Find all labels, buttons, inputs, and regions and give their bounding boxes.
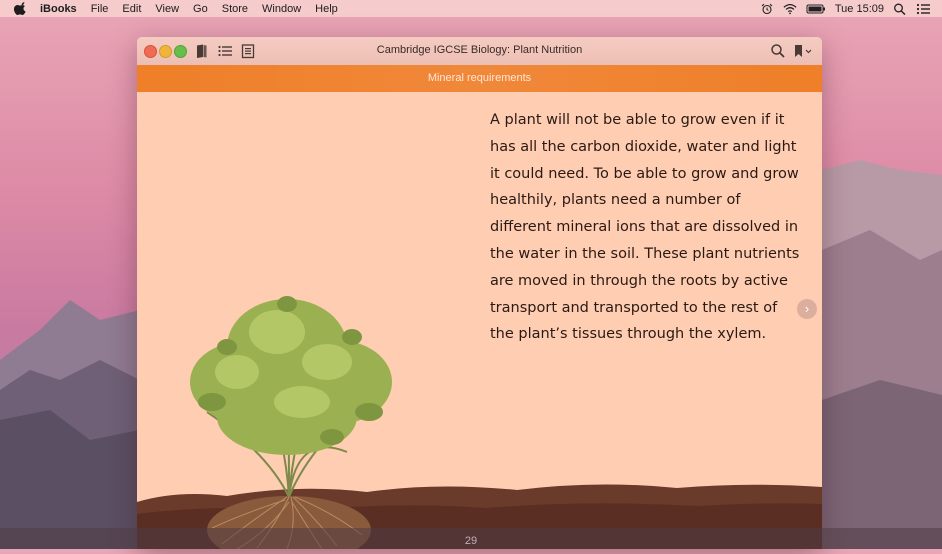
menu-view[interactable]: View [155,3,179,15]
menu-help[interactable]: Help [315,3,338,15]
menubar-clock[interactable]: Tue 15:09 [835,3,884,15]
page-number: 29 [464,535,478,547]
wifi-icon[interactable] [783,3,797,15]
menu-file[interactable]: File [91,3,109,15]
page-number-bar: 29 [0,528,942,549]
notification-center-icon[interactable] [916,3,930,15]
menu-app-name[interactable]: iBooks [40,3,77,15]
next-page-button[interactable]: › [797,299,817,319]
spotlight-search-icon[interactable] [893,3,907,15]
ibooks-window: Cambridge IGCSE Biology: Plant Nutrition… [137,37,822,549]
chevron-right-icon: › [804,301,810,316]
menu-bar: iBooks File Edit View Go Store Window He… [0,0,942,17]
apple-menu-icon[interactable] [14,1,28,16]
battery-icon[interactable] [806,3,826,15]
search-icon[interactable] [770,43,786,59]
bookmark-icon[interactable] [792,43,814,59]
menu-edit[interactable]: Edit [122,3,141,15]
alarm-clock-icon[interactable] [760,3,774,15]
body-text: A plant will not be able to grow even if… [490,112,800,343]
menu-go[interactable]: Go [193,3,208,15]
book-page: A plant will not be able to grow even if… [137,92,822,549]
window-title: Cambridge IGCSE Biology: Plant Nutrition [376,44,583,56]
section-header: Mineral requirements [137,65,822,92]
title-bar[interactable]: Cambridge IGCSE Biology: Plant Nutrition [137,37,822,66]
menu-store[interactable]: Store [222,3,248,15]
menu-window[interactable]: Window [262,3,301,15]
